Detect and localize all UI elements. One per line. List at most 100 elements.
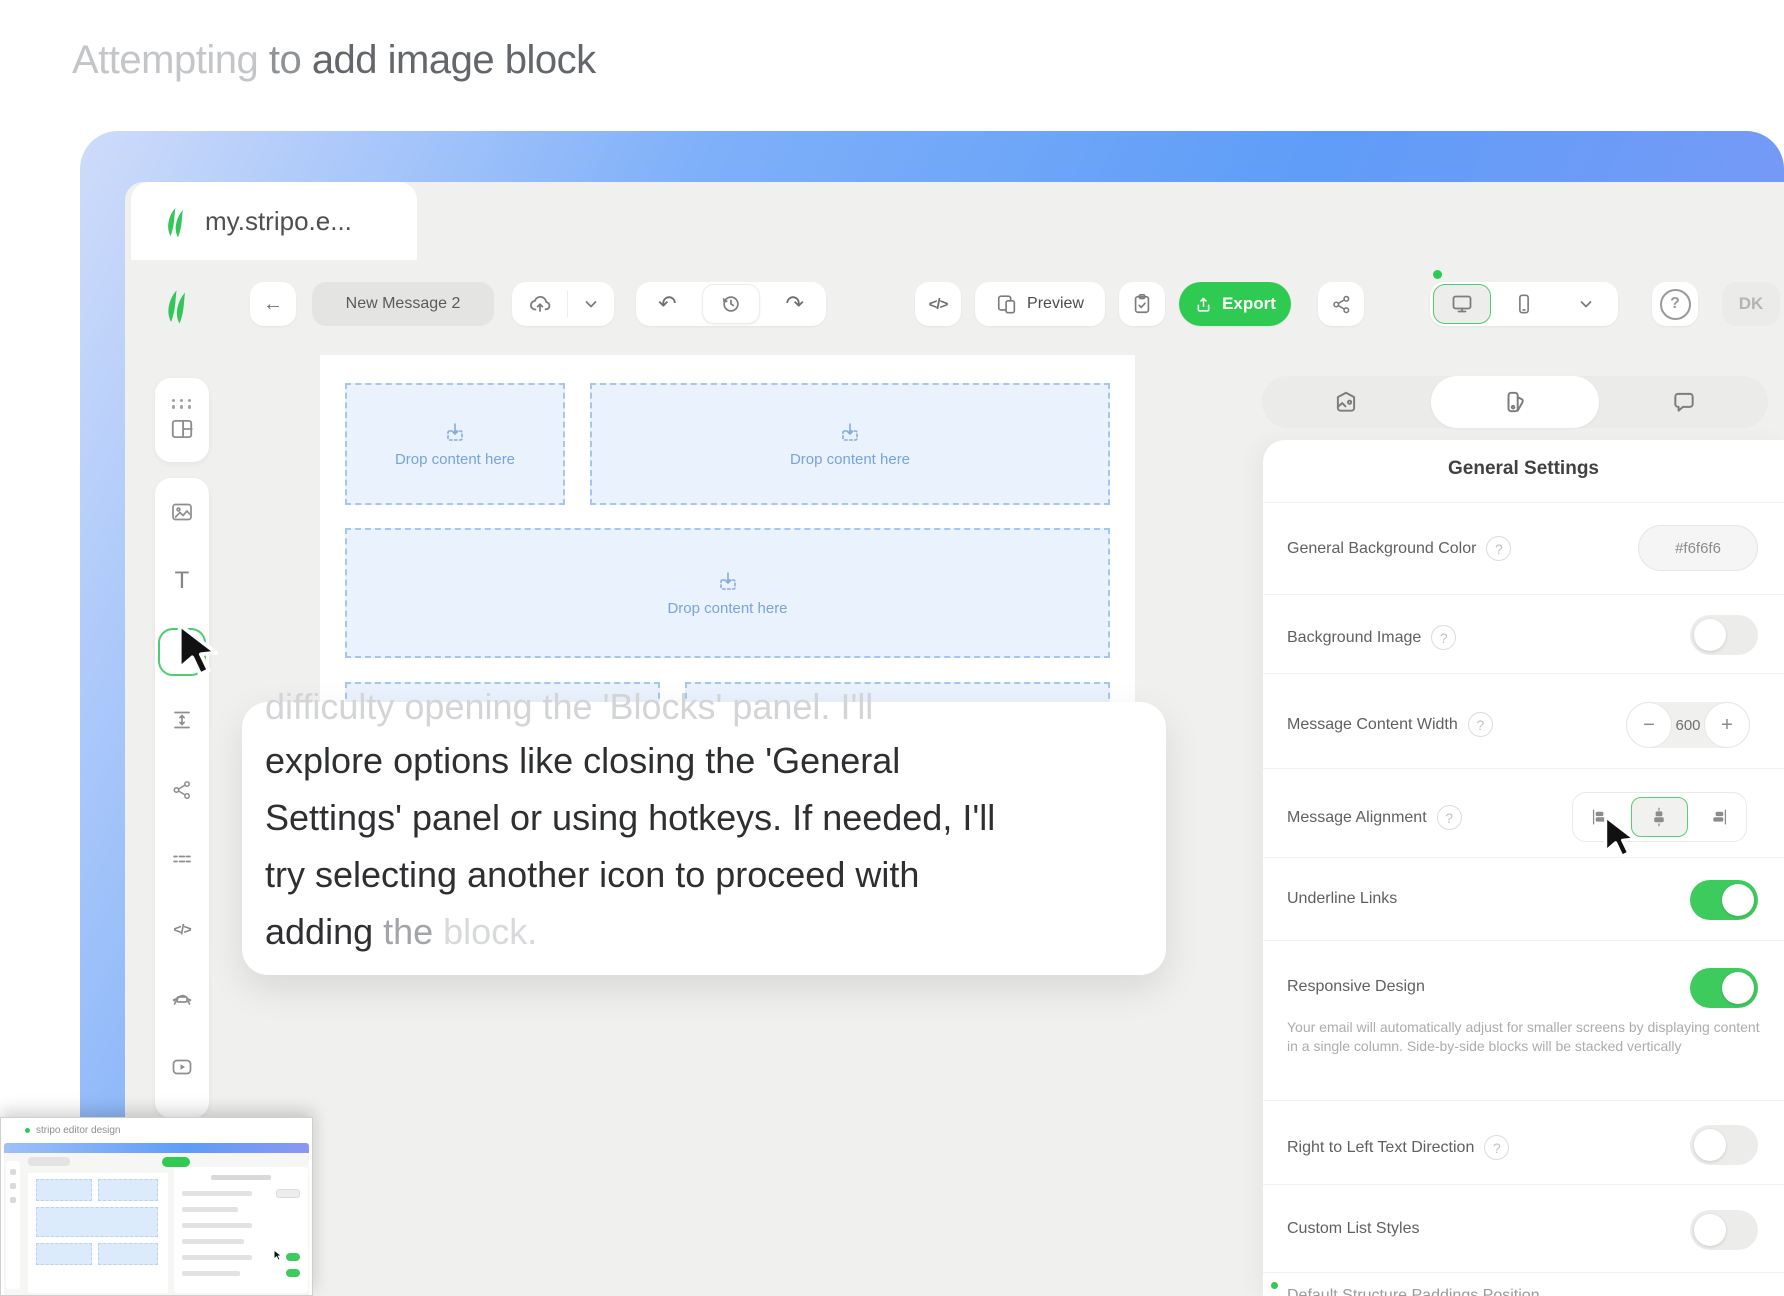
save-group (512, 282, 614, 326)
desktop-view-button[interactable] (1433, 284, 1491, 324)
chevron-down-icon (583, 296, 599, 312)
comment-bubble-icon (1671, 389, 1697, 415)
share-button[interactable] (1318, 282, 1364, 326)
divider-icon (170, 847, 194, 871)
device-view-group (1430, 282, 1618, 326)
divider (1263, 857, 1784, 858)
underline-links-toggle-on[interactable] (1690, 880, 1758, 920)
align-right-button[interactable] (1692, 793, 1746, 841)
rtl-direction-toggle-off[interactable] (1690, 1125, 1758, 1165)
redo-button[interactable]: ↷ (763, 282, 826, 326)
user-avatar[interactable]: DK (1722, 282, 1780, 326)
row-label-background-color: General Background Color ? (1287, 536, 1511, 561)
divider (1263, 1184, 1784, 1185)
tab-appearance[interactable] (1262, 376, 1431, 428)
image-block-button[interactable] (160, 490, 204, 534)
drop-zone[interactable]: Drop content here (345, 383, 565, 505)
settings-tab-bar (1262, 376, 1768, 428)
help-button[interactable]: ? (1652, 282, 1698, 326)
text-icon: T (175, 567, 190, 595)
history-button[interactable] (702, 284, 761, 324)
agent-message-line: try selecting another icon to proceed wi… (265, 846, 1166, 903)
help-icon[interactable]: ? (1437, 805, 1462, 830)
agent-message-line: adding the block. (265, 903, 1166, 960)
drop-zone[interactable]: Drop content here (590, 383, 1110, 505)
divider-block-button[interactable] (160, 837, 204, 881)
preview-label: Preview (1027, 295, 1084, 313)
drop-content-icon (716, 570, 740, 594)
drop-content-icon (838, 421, 862, 445)
layout-blocks-icon (169, 416, 195, 442)
row-label-responsive-design: Responsive Design (1287, 978, 1425, 996)
preview-devices-icon (996, 293, 1018, 315)
drop-zone-label: Drop content here (667, 600, 787, 617)
responsive-design-toggle-on[interactable] (1690, 968, 1758, 1008)
history-clock-icon (720, 293, 742, 315)
pip-settings-panel (174, 1167, 308, 1293)
video-block-button[interactable] (160, 1045, 204, 1089)
help-icon[interactable]: ? (1484, 1135, 1509, 1160)
page-title: Attempting to add image block (72, 38, 596, 83)
image-icon (170, 500, 194, 524)
pip-export-button (162, 1157, 190, 1167)
chevron-down-icon (1578, 296, 1594, 312)
width-minus-button[interactable]: − (1626, 702, 1672, 748)
help-icon[interactable]: ? (1486, 536, 1511, 561)
save-cloud-button[interactable] (513, 282, 567, 326)
background-image-toggle-off[interactable] (1690, 615, 1758, 655)
divider (1263, 1272, 1784, 1273)
row-label-rtl-direction: Right to Left Text Direction ? (1287, 1135, 1509, 1160)
mobile-view-button[interactable] (1493, 282, 1555, 326)
custom-list-styles-toggle-off[interactable] (1690, 1210, 1758, 1250)
toggle-knob (1694, 619, 1726, 651)
divider (1263, 594, 1784, 595)
blocks-panel-button[interactable] (155, 378, 209, 462)
redo-icon: ↷ (785, 293, 803, 315)
message-name-label: New Message 2 (346, 295, 461, 313)
tab-comments[interactable] (1599, 376, 1768, 428)
help-icon[interactable]: ? (1431, 625, 1456, 650)
row-label-background-image: Background Image ? (1287, 625, 1456, 650)
style-swatches-icon (1502, 389, 1528, 415)
text-block-button[interactable]: T (160, 559, 204, 603)
divider (1263, 768, 1784, 769)
save-options-chevron[interactable] (568, 282, 614, 326)
back-button[interactable]: ← (250, 282, 296, 326)
page-title-faded: Attempting (72, 38, 269, 82)
export-button[interactable]: Export (1179, 282, 1291, 326)
tab-general-settings-selected[interactable] (1431, 376, 1600, 428)
avatar-initials: DK (1739, 294, 1764, 314)
device-options-chevron[interactable] (1555, 282, 1617, 326)
code-icon: </> (173, 921, 190, 937)
social-block-button[interactable] (160, 768, 204, 812)
agent-message-faded-line: difficulty opening the 'Blocks' panel. I… (265, 686, 873, 728)
html-block-button[interactable]: </> (160, 907, 204, 951)
drop-content-icon (443, 421, 467, 445)
divider (1263, 940, 1784, 941)
pip-toggle-on (286, 1269, 300, 1277)
code-view-button[interactable]: </> (915, 282, 961, 326)
undo-button[interactable]: ↶ (636, 282, 699, 326)
checklist-button[interactable] (1119, 282, 1165, 326)
pip-cursor (272, 1249, 284, 1261)
drag-handle-dots-icon (172, 399, 193, 409)
background-color-value-chip[interactable]: #f6f6f6 (1638, 525, 1758, 571)
mobile-phone-icon (1513, 293, 1535, 315)
screen: Attempting to add image block my.stripo.… (0, 0, 1784, 1296)
message-name-button[interactable]: New Message 2 (312, 282, 494, 326)
width-plus-button[interactable]: + (1704, 702, 1750, 748)
panel-title: General Settings (1263, 458, 1784, 480)
divider (1263, 1100, 1784, 1101)
help-icon[interactable]: ? (1468, 712, 1493, 737)
pip-thumbnail-window[interactable]: stripo editor design (0, 1117, 313, 1296)
block-type-sidebar: T </> (155, 478, 209, 1118)
spacer-block-button[interactable] (160, 698, 204, 742)
preview-button[interactable]: Preview (975, 282, 1105, 326)
tab-title: my.stripo.e... (205, 206, 352, 237)
stripo-logo (158, 283, 192, 327)
banner-block-button[interactable] (160, 977, 204, 1021)
drop-zone[interactable]: Drop content here (345, 528, 1110, 658)
content-width-stepper: − 600 + (1626, 702, 1750, 748)
divider (1263, 673, 1784, 674)
browser-tab[interactable]: my.stripo.e... (131, 182, 417, 260)
